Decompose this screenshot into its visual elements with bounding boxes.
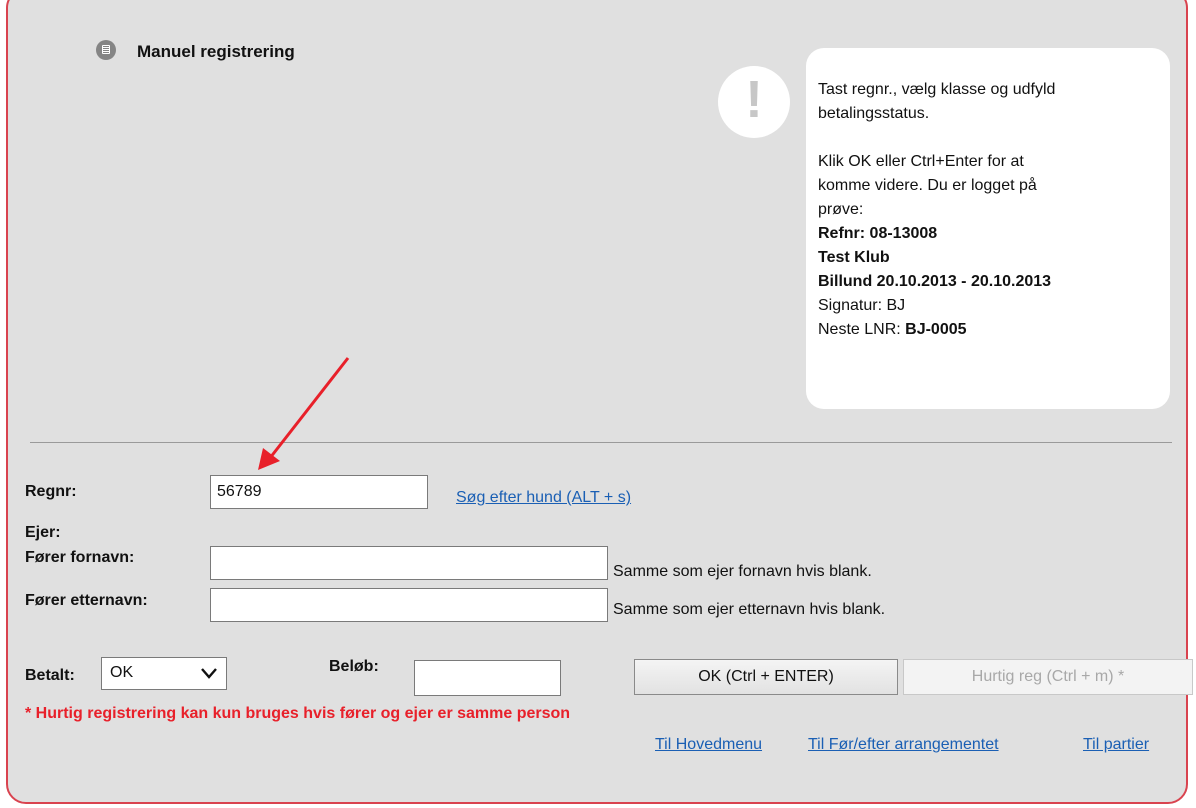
amount-label: Beløb: (329, 658, 379, 675)
regnr-label: Regnr: (25, 483, 77, 500)
quick-reg-button[interactable]: Hurtig reg (Ctrl + m) * (903, 659, 1193, 695)
paid-selected-value: OK (110, 664, 134, 681)
ok-button[interactable]: OK (Ctrl + ENTER) (634, 659, 898, 695)
handler-first-name-input[interactable] (210, 546, 608, 580)
handler-first-name-label: Fører fornavn: (25, 549, 135, 566)
paid-select[interactable]: OK (101, 657, 227, 690)
handler-last-name-hint: Samme som ejer etternavn hvis blank. (613, 601, 886, 618)
handler-last-name-label: Fører etternavn: (25, 592, 148, 609)
handler-last-name-input[interactable] (210, 588, 608, 622)
search-dog-link[interactable]: Søg efter hund (ALT + s) (456, 489, 631, 507)
main-menu-link[interactable]: Til Hovedmenu (655, 736, 762, 754)
paid-label: Betalt: (25, 667, 75, 684)
before-after-event-link[interactable]: Til Før/efter arrangementet (808, 736, 999, 754)
amount-input[interactable] (414, 660, 561, 696)
owner-label: Ejer: (25, 524, 61, 541)
regnr-input[interactable] (210, 475, 428, 509)
chevron-down-icon (201, 668, 217, 679)
handler-first-name-hint: Samme som ejer fornavn hvis blank. (613, 563, 872, 580)
quick-reg-note: * Hurtig registrering kan kun bruges hvi… (25, 705, 571, 722)
parties-link[interactable]: Til partier (1083, 736, 1149, 754)
